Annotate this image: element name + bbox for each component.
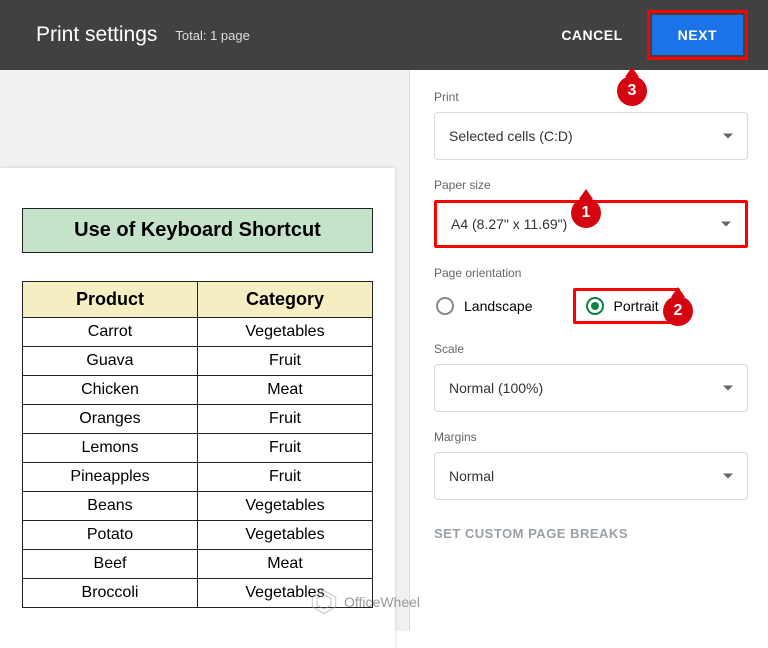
cell-category: Vegetables [197, 492, 372, 521]
radio-icon [586, 297, 604, 315]
margins-value: Normal [449, 468, 494, 484]
paper-size-value: A4 (8.27" x 11.69") [451, 216, 567, 232]
callout-badge-3: 3 [617, 76, 647, 106]
cell-category: Meat [197, 550, 372, 579]
chevron-down-icon [721, 222, 731, 227]
table-row: CarrotVegetables [23, 318, 373, 347]
margins-dropdown[interactable]: Normal [434, 452, 748, 500]
cell-category: Vegetables [197, 521, 372, 550]
page-title: Print settings [36, 23, 157, 47]
table-row: PineapplesFruit [23, 463, 373, 492]
table-row: PotatoVegetables [23, 521, 373, 550]
sheet-title-cell: Use of Keyboard Shortcut [22, 208, 373, 253]
cancel-button[interactable]: CANCEL [545, 17, 638, 53]
preview-table: Product Category CarrotVegetablesGuavaFr… [22, 281, 373, 608]
chevron-down-icon [723, 134, 733, 139]
preview-sheet: Use of Keyboard Shortcut Product Categor… [0, 168, 395, 648]
radio-icon [436, 297, 454, 315]
cell-category: Fruit [197, 405, 372, 434]
callout-badge-1: 1 [571, 198, 601, 228]
cell-product: Beans [23, 492, 198, 521]
col-header-product: Product [23, 282, 198, 318]
scale-dropdown[interactable]: Normal (100%) [434, 364, 748, 412]
cell-category: Vegetables [197, 318, 372, 347]
scale-label: Scale [434, 342, 748, 356]
set-custom-page-breaks-button[interactable]: SET CUSTOM PAGE BREAKS [434, 526, 748, 541]
cell-product: Broccoli [23, 579, 198, 608]
scale-value: Normal (100%) [449, 380, 543, 396]
table-row: GuavaFruit [23, 347, 373, 376]
cell-category: Fruit [197, 463, 372, 492]
orientation-landscape-label: Landscape [464, 298, 533, 314]
callout-badge-2: 2 [663, 296, 693, 326]
cell-category: Meat [197, 376, 372, 405]
page-count: Total: 1 page [175, 28, 249, 43]
table-row: BeefMeat [23, 550, 373, 579]
table-row: LemonsFruit [23, 434, 373, 463]
settings-panel: Print Selected cells (C:D) Paper size A4… [410, 70, 768, 631]
print-label: Print [434, 90, 748, 104]
table-row: BroccoliVegetables [23, 579, 373, 608]
next-button[interactable]: NEXT [652, 15, 743, 55]
table-header-row: Product Category [23, 282, 373, 318]
print-range-value: Selected cells (C:D) [449, 128, 573, 144]
margins-label: Margins [434, 430, 748, 444]
header-bar: Print settings Total: 1 page CANCEL NEXT [0, 0, 768, 70]
cell-product: Chicken [23, 376, 198, 405]
orientation-label: Page orientation [434, 266, 748, 280]
cell-category: Fruit [197, 434, 372, 463]
print-preview-pane: Use of Keyboard Shortcut Product Categor… [0, 70, 410, 631]
next-button-highlight: NEXT [647, 10, 748, 60]
cell-category: Fruit [197, 347, 372, 376]
table-row: BeansVegetables [23, 492, 373, 521]
cell-product: Carrot [23, 318, 198, 347]
cell-product: Pineapples [23, 463, 198, 492]
print-range-dropdown[interactable]: Selected cells (C:D) [434, 112, 748, 160]
table-row: ChickenMeat [23, 376, 373, 405]
orientation-portrait-label: Portrait [614, 298, 659, 314]
orientation-landscape-radio[interactable]: Landscape [434, 291, 543, 321]
col-header-category: Category [197, 282, 372, 318]
cell-category: Vegetables [197, 579, 372, 608]
chevron-down-icon [723, 386, 733, 391]
table-row: OrangesFruit [23, 405, 373, 434]
cell-product: Lemons [23, 434, 198, 463]
cell-product: Guava [23, 347, 198, 376]
cell-product: Potato [23, 521, 198, 550]
chevron-down-icon [723, 474, 733, 479]
cell-product: Oranges [23, 405, 198, 434]
cell-product: Beef [23, 550, 198, 579]
